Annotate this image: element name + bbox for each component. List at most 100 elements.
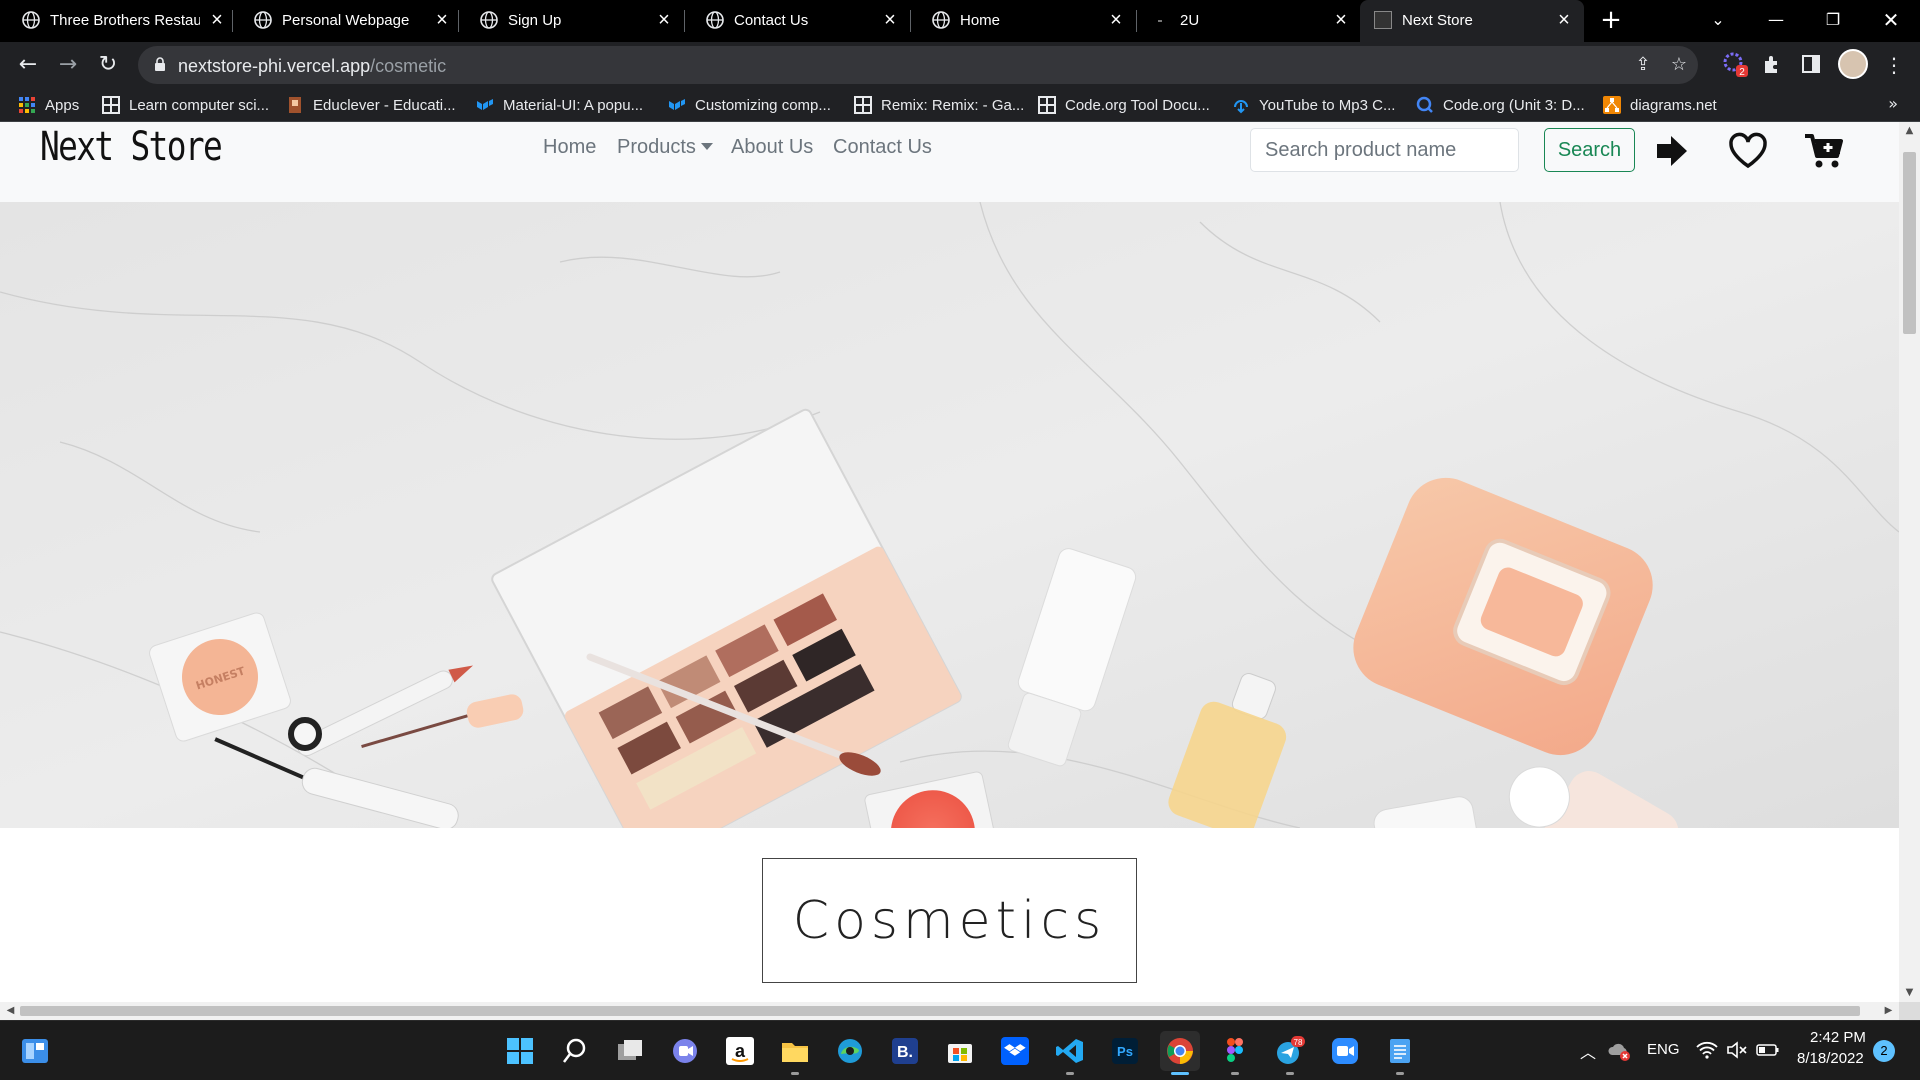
taskbar-notepad[interactable]	[1380, 1031, 1420, 1071]
taskbar-vscode[interactable]	[1050, 1031, 1090, 1071]
bookmark-label: Material-UI: A popu...	[503, 96, 644, 114]
bookmark-diagrams-net[interactable]: diagrams.net	[1603, 94, 1717, 116]
close-icon[interactable]: ×	[431, 9, 453, 31]
scroll-right-arrow-icon[interactable]: ▶	[1878, 1002, 1899, 1020]
battery-icon[interactable]	[1756, 1042, 1780, 1058]
minimize-button[interactable]: —	[1756, 6, 1796, 34]
running-indicator	[1396, 1072, 1404, 1075]
start-button[interactable]	[500, 1031, 540, 1071]
bookmark-youtube-to-mp3[interactable]: YouTube to Mp3 C...	[1232, 94, 1395, 116]
tab-three-brothers[interactable]: Three Brothers Restau ×	[0, 0, 230, 42]
bookmark-learn-computer-science[interactable]: Learn computer sci...	[102, 94, 269, 116]
taskbar-file-explorer[interactable]	[775, 1031, 815, 1071]
nav-link-products[interactable]: Products	[617, 136, 713, 159]
taskbar-figma[interactable]	[1215, 1031, 1255, 1071]
scroll-up-arrow-icon[interactable]: ▲	[1899, 122, 1920, 140]
clock-time[interactable]: 2:42 PM	[1810, 1029, 1866, 1046]
taskbar-store[interactable]	[940, 1031, 980, 1071]
task-view-icon	[618, 1040, 642, 1060]
bookmark-code-org-tool-docs[interactable]: Code.org Tool Docu...	[1038, 94, 1210, 116]
reload-button[interactable]: ↻	[94, 51, 122, 79]
taskbar-amazon[interactable]: a	[720, 1031, 760, 1071]
nav-link-home[interactable]: Home	[543, 136, 596, 159]
tab-contact-us[interactable]: Contact Us ×	[684, 0, 908, 42]
url-host: nextstore-phi.vercel.app	[178, 56, 371, 76]
close-icon[interactable]: ×	[1105, 9, 1127, 31]
bookmark-customizing-components[interactable]: Customizing comp...	[668, 94, 831, 116]
widgets-icon[interactable]	[20, 1036, 50, 1066]
tab-title: Three Brothers Restau	[50, 12, 200, 29]
taskbar-search[interactable]	[555, 1031, 595, 1071]
bookmark-educlever[interactable]: Educlever - Educati...	[286, 94, 456, 116]
puzzle-icon[interactable]	[1761, 53, 1783, 75]
tab-search-icon[interactable]: ⌄	[1698, 6, 1738, 34]
code-org-icon	[1038, 96, 1056, 114]
hero-cosmetics-image: HONEST	[0, 202, 1899, 828]
tab-personal-webpage[interactable]: Personal Webpage ×	[232, 0, 456, 42]
tab-next-store[interactable]: Next Store ×	[1360, 0, 1584, 42]
notification-badge[interactable]: 2	[1873, 1040, 1895, 1062]
taskbar-zoom[interactable]	[1325, 1031, 1365, 1071]
side-panel-icon[interactable]	[1801, 54, 1821, 74]
amazon-icon: a	[726, 1037, 754, 1065]
back-button[interactable]: ←	[14, 51, 42, 79]
search-input[interactable]	[1250, 128, 1519, 172]
bookmark-label: Code.org Tool Docu...	[1065, 96, 1210, 114]
profile-avatar[interactable]	[1838, 49, 1868, 79]
bookmark-apps[interactable]: Apps	[18, 94, 79, 116]
taskbar-chrome[interactable]	[1160, 1031, 1200, 1071]
taskbar-teams-chat[interactable]	[665, 1031, 705, 1071]
language-indicator[interactable]: ENG	[1647, 1041, 1680, 1058]
close-icon[interactable]: ×	[206, 9, 228, 31]
svg-text:B.: B.	[897, 1044, 913, 1061]
vertical-scrollbar[interactable]: ▲ ▼	[1899, 122, 1920, 1002]
nav-link-about[interactable]: About Us	[731, 136, 813, 159]
login-icon[interactable]	[1652, 130, 1694, 172]
taskbar-dropbox[interactable]	[995, 1031, 1035, 1071]
bookmark-material-ui[interactable]: Material-UI: A popu...	[476, 94, 643, 116]
taskbar-task-view[interactable]	[610, 1031, 650, 1071]
taskbar-photoshop[interactable]: Ps	[1105, 1031, 1145, 1071]
onedrive-error-icon[interactable]	[1608, 1039, 1632, 1063]
close-icon[interactable]: ×	[1330, 9, 1352, 31]
tab-2u[interactable]: 2U ×	[1136, 0, 1358, 42]
close-window-button[interactable]: ✕	[1871, 6, 1911, 34]
new-tab-button[interactable]: +	[1598, 7, 1624, 34]
forward-button[interactable]: →	[54, 51, 82, 79]
close-icon[interactable]: ×	[1553, 9, 1575, 31]
chrome-icon	[1167, 1038, 1193, 1064]
clock-date[interactable]: 8/18/2022	[1797, 1050, 1864, 1067]
volume-muted-icon[interactable]	[1726, 1041, 1748, 1059]
lock-icon[interactable]	[154, 57, 166, 72]
horizontal-scroll-thumb[interactable]	[20, 1006, 1860, 1016]
vertical-scroll-thumb[interactable]	[1903, 152, 1916, 334]
star-bookmark-icon[interactable]: ☆	[1668, 54, 1690, 76]
bookmark-label: YouTube to Mp3 C...	[1259, 96, 1396, 114]
close-icon[interactable]: ×	[879, 9, 901, 31]
bookmark-code-org-unit-3[interactable]: Code.org (Unit 3: D...	[1416, 94, 1585, 116]
wifi-icon[interactable]	[1696, 1041, 1718, 1059]
tab-sign-up[interactable]: Sign Up ×	[458, 0, 682, 42]
taskbar-booking[interactable]: B.	[885, 1031, 925, 1071]
address-bar[interactable]: nextstore-phi.vercel.app/cosmetic ⇪ ☆	[138, 46, 1698, 84]
bookmarks-overflow-icon[interactable]: »	[1888, 94, 1898, 113]
nav-link-contact[interactable]: Contact Us	[833, 136, 932, 159]
restore-button[interactable]: ❐	[1813, 6, 1853, 34]
scroll-left-arrow-icon[interactable]: ◀	[0, 1002, 21, 1020]
tab-home[interactable]: Home ×	[910, 0, 1134, 42]
close-icon[interactable]: ×	[653, 9, 675, 31]
bookmark-remix[interactable]: Remix: Remix: - Ga...	[854, 94, 1024, 116]
taskbar-edge[interactable]	[830, 1031, 870, 1071]
more-menu-icon[interactable]: ⋮	[1880, 51, 1908, 79]
chevron-up-icon[interactable]: ︿	[1580, 1039, 1596, 1063]
cart-icon[interactable]	[1803, 130, 1845, 172]
site-brand-logo[interactable]: Next Store	[40, 124, 223, 170]
share-icon[interactable]: ⇪	[1632, 54, 1654, 76]
running-indicator	[1286, 1072, 1294, 1075]
taskbar-telegram[interactable]: 78	[1270, 1031, 1310, 1071]
horizontal-scrollbar[interactable]: ◀ ▶	[0, 1002, 1899, 1020]
search-button[interactable]: Search	[1544, 128, 1635, 172]
heart-wishlist-icon[interactable]	[1727, 130, 1769, 172]
scroll-down-arrow-icon[interactable]: ▼	[1899, 984, 1920, 1002]
extension-puzzle-badge-icon[interactable]: 2	[1722, 50, 1750, 78]
